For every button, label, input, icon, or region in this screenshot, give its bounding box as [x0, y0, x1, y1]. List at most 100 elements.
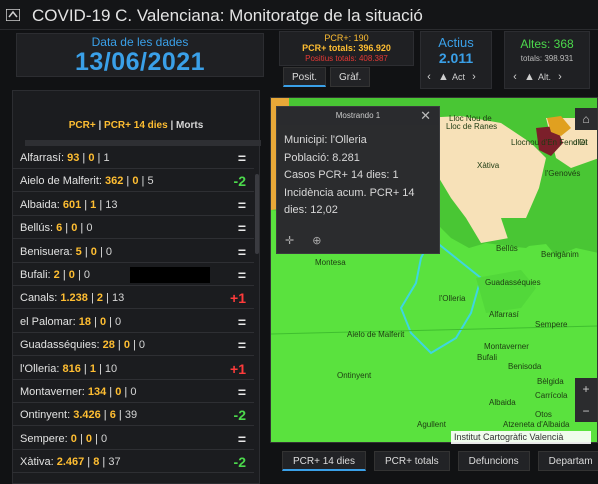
list-item[interactable]: l'Olleria: 816 | 1 | 10 +1 [12, 358, 254, 380]
popup-tools: ✛ ⊕ [285, 234, 321, 247]
map-label: Carrícola [535, 391, 568, 400]
list-item[interactable]: Montaverner: 134 | 0 | 0 = [12, 381, 254, 403]
altes-next-button[interactable]: › [555, 71, 565, 83]
morts-value: 5 [147, 175, 154, 188]
map-label: Sempere [535, 320, 568, 329]
legend-pcr14: PCR+ 14 dies [104, 120, 168, 131]
home-icon[interactable]: ⌂ [575, 108, 597, 130]
list-item[interactable]: Benisuera: 5 | 0 | 0 = [12, 241, 254, 263]
tab-pcr-14-dies[interactable]: PCR+ 14 dies [282, 451, 366, 471]
morts-value: 39 [124, 409, 138, 422]
morts-value: 0 [115, 315, 122, 328]
list-item[interactable]: Bellús: 6 | 0 | 0 = [12, 217, 254, 240]
list-item[interactable]: Alfarrasí: 93 | 0 | 1 = [12, 147, 254, 169]
municipality-name: Benisuera [20, 245, 70, 258]
altes-label: Altes: 368 [520, 37, 574, 51]
trend-indicator: = [237, 337, 246, 354]
morts-value: 0 [86, 222, 93, 235]
map-popup: Mostrando 1 ✕ Municipi: l'Olleria Poblac… [276, 106, 440, 254]
map-label: Aielo de Malferit [347, 330, 405, 339]
legend-pcr: PCR+ [68, 120, 96, 131]
popup-line: Municipi: l'Olleria [284, 134, 367, 146]
pcr-value: 601 [62, 198, 82, 211]
trend-indicator: = [237, 313, 246, 330]
close-icon[interactable]: ✕ [420, 108, 431, 124]
list-scrollbar[interactable] [255, 174, 259, 254]
map-label: Ontinyent [337, 371, 372, 380]
trend-indicator: +1 [230, 290, 246, 307]
list-item-text: Guadasséquies: 28 | 0 | 0 [20, 339, 146, 352]
municipality-name: Xàtiva [20, 456, 51, 469]
popup-line: dies: 12,02 [284, 204, 338, 216]
map-label: Montesa [315, 258, 346, 267]
pcr-value: 1.238 [60, 292, 88, 305]
legend-sep: | [95, 120, 105, 131]
tab-defuncions[interactable]: Defuncions [457, 451, 530, 471]
map-label: Guadasséquies [485, 278, 541, 287]
list-item[interactable]: Aielo de Malferit: 362 | 0 | 5 -2 [12, 170, 254, 193]
list-item[interactable]: Albaida: 601 | 1 | 13 = [12, 194, 254, 216]
pcr-value: 362 [105, 175, 124, 188]
trend-indicator: = [237, 267, 246, 283]
municipality-name: Bufali [20, 269, 48, 281]
zoom-out-button[interactable]: − [575, 400, 597, 422]
list-item-text: Alfarrasí: 93 | 0 | 1 [20, 152, 110, 164]
map-label: Atzeneta d'Albaida [503, 420, 570, 429]
map-label: Alfarrasí [489, 310, 519, 319]
map-label: Albaida [489, 398, 516, 407]
morts-value: 0 [105, 245, 113, 258]
actius-prev-button[interactable]: ‹ [424, 71, 434, 83]
date-label: Data de les dades [91, 35, 189, 49]
tab-posit[interactable]: Posit. [283, 67, 327, 87]
list-item[interactable]: Bufali: 2 | 0 | 0 = [12, 264, 254, 286]
pcr-summary-card: PCR+: 190 PCR+ totals: 396.920 Positius … [279, 31, 414, 66]
morts-value: 0 [138, 339, 146, 352]
morts-value: 0 [100, 432, 108, 445]
actius-next-button[interactable]: › [469, 71, 479, 83]
list-item[interactable]: Guadasséquies: 28 | 0 | 0 = [12, 334, 254, 357]
map-label: Bufali [477, 353, 498, 362]
list-item[interactable]: Canals: 1.238 | 2 | 13 +1 [12, 287, 254, 310]
list-item[interactable]: Sempere: 0 | 0 | 0 = [12, 428, 254, 450]
map-label: l'Olleria [439, 294, 466, 303]
list-legend: PCR+ | PCR+ 14 dies | Morts [68, 120, 204, 131]
list-item-text: Benisuera: 5 | 0 | 0 [20, 245, 113, 258]
map-label: l'Genovés [545, 169, 581, 178]
municipality-name: Bellús [20, 222, 50, 235]
map-label: Bèlgida [537, 377, 564, 386]
zoom-in-button[interactable]: + [575, 378, 597, 400]
move-icon[interactable]: ✛ [285, 234, 294, 247]
list-item-text: Albaida: 601 | 1 | 13 [20, 198, 118, 211]
tab-graf[interactable]: Gràf. [330, 67, 371, 87]
map-label: Lloc de Ranes [446, 122, 498, 131]
municipality-name: Aielo de Malferit [20, 175, 99, 188]
tab-departaments[interactable]: Departam [537, 451, 598, 471]
map-label: Xàtiva [477, 161, 500, 170]
pcr-value: 93 [67, 152, 80, 164]
list-item[interactable]: Xàtiva: 2.467 | 8 | 37 -2 [12, 451, 254, 474]
municipality-name: Canals [20, 292, 55, 305]
tab-pcr-totals[interactable]: PCR+ totals [373, 451, 450, 471]
morts-value: 0 [83, 269, 90, 281]
altes-prev-button[interactable]: ‹ [510, 71, 520, 83]
map-label: Benigànim [541, 250, 579, 259]
legend-morts: Morts [176, 120, 204, 131]
trend-indicator: +1 [230, 360, 246, 377]
popup-title: Mostrando 1 [277, 107, 439, 125]
actius-nav-label: Act [452, 72, 466, 82]
map-label: Otos [535, 410, 552, 419]
popup-line: Casos PCR+ 14 dies: 1 [284, 169, 399, 181]
map-attribution: Institut Cartogràfic Valencià [451, 431, 591, 444]
list-item-text: Ontinyent: 3.426 | 6 | 39 [20, 409, 138, 422]
trend-indicator: = [237, 384, 246, 400]
list-item[interactable]: el Palomar: 18 | 0 | 0 = [12, 311, 254, 333]
list-item-text: Canals: 1.238 | 2 | 13 [20, 292, 125, 305]
popup-line: Població: 8.281 [284, 151, 360, 164]
date-value: 13/06/2021 [74, 48, 206, 76]
map-label: Montaverner [484, 342, 529, 351]
morts-value: 10 [104, 362, 118, 375]
list-item-text: Bufali: 2 | 0 | 0 [20, 269, 90, 281]
list-item-text: Xàtiva: 2.467 | 8 | 37 [20, 456, 121, 469]
zoom-to-icon[interactable]: ⊕ [312, 234, 321, 247]
list-item[interactable]: Ontinyent: 3.426 | 6 | 39 -2 [12, 404, 254, 427]
